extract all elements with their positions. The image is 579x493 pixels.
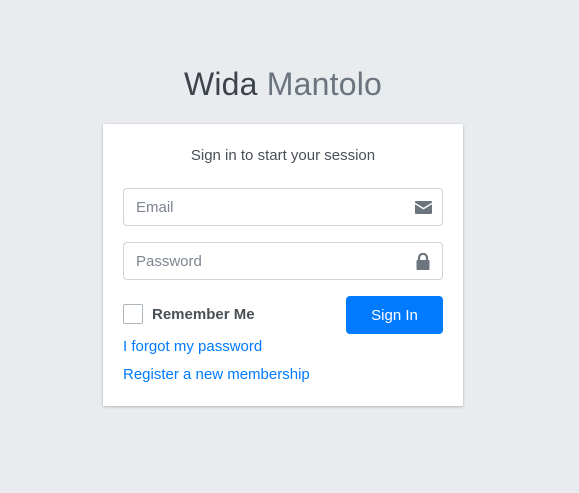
forgot-password-link[interactable]: I forgot my password: [123, 337, 262, 357]
password-field[interactable]: [124, 243, 400, 279]
remember-me-label: Remember Me: [152, 305, 255, 323]
password-input-group: [123, 242, 443, 280]
sign-in-button[interactable]: Sign In: [346, 296, 443, 334]
remember-me[interactable]: Remember Me: [123, 302, 255, 326]
app-logo[interactable]: Wida Mantolo: [0, 64, 566, 104]
lock-icon: [414, 252, 432, 270]
logo-light-text: Mantolo: [266, 66, 383, 102]
register-link[interactable]: Register a new membership: [123, 365, 310, 385]
email-input-group: [123, 188, 443, 226]
logo-bold-text: Wida: [183, 66, 258, 102]
login-box-message: Sign in to start your session: [190, 147, 376, 164]
email-field[interactable]: [124, 189, 400, 225]
remember-me-checkbox[interactable]: [123, 304, 143, 324]
envelope-icon: [414, 198, 432, 216]
login-card: Sign in to start your session Remember M…: [103, 124, 463, 406]
